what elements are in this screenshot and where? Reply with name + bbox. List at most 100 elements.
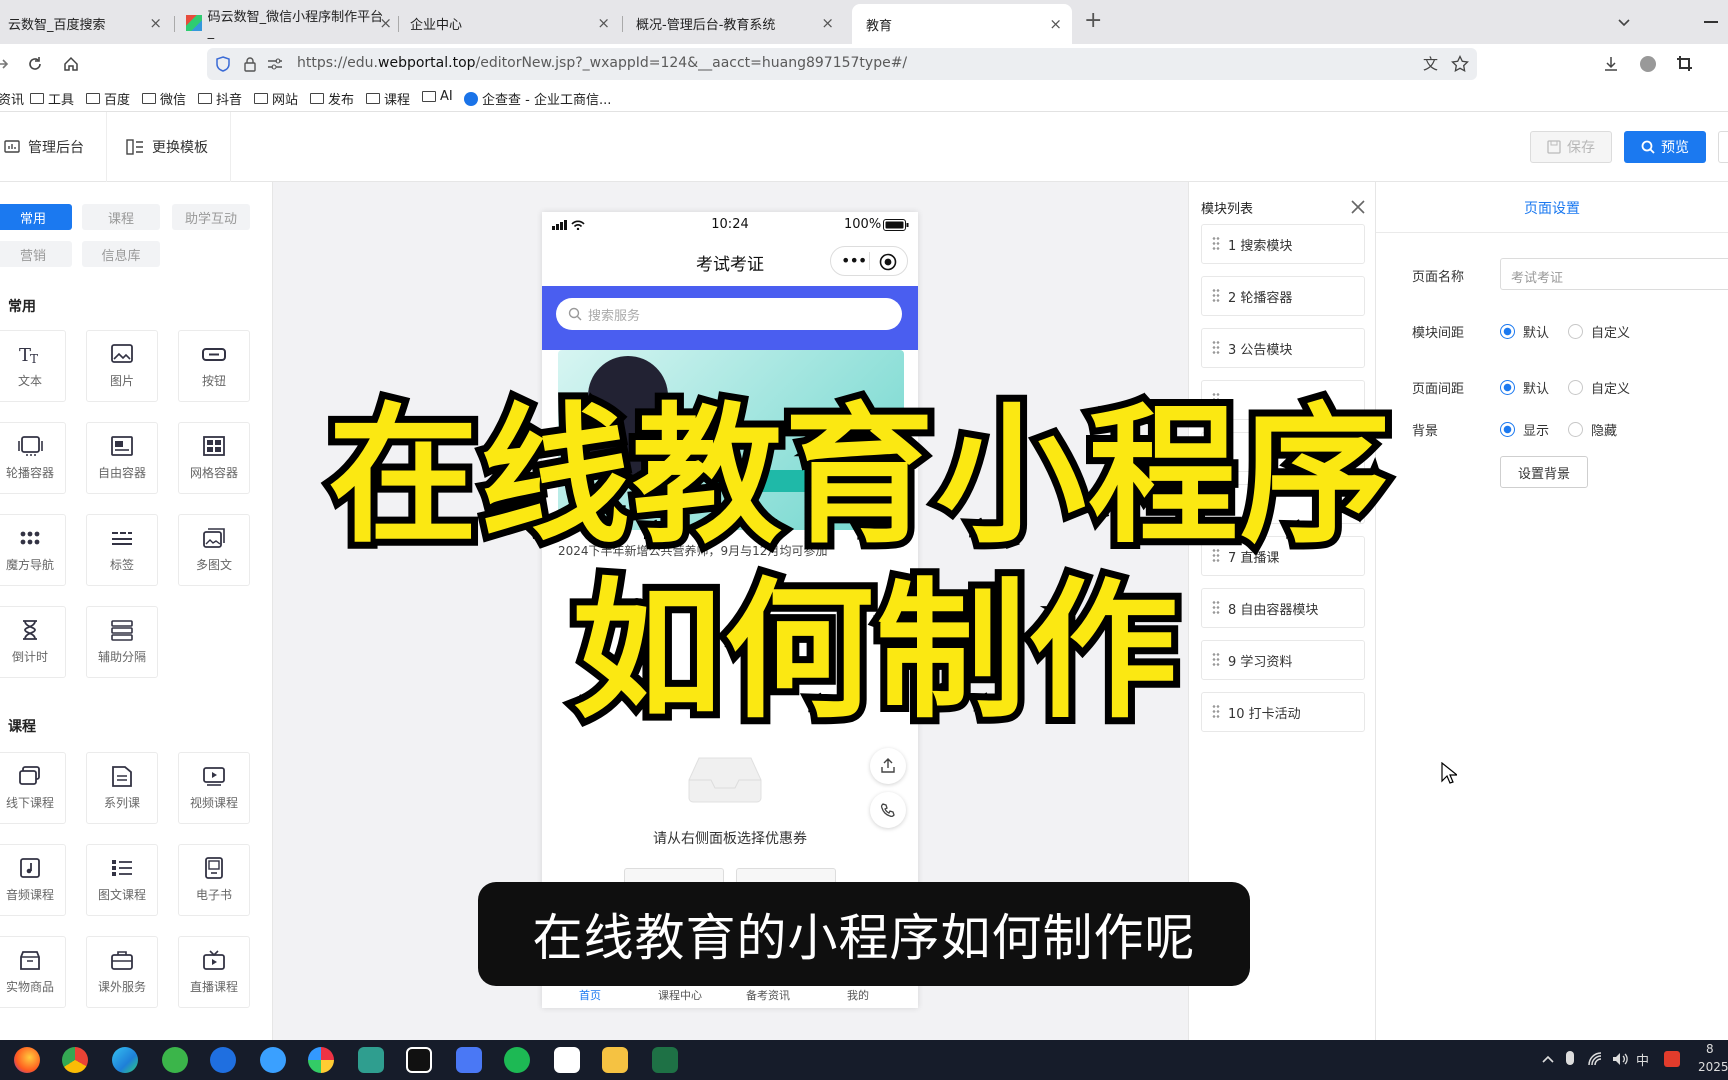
- component-physical-goods[interactable]: 实物商品: [0, 936, 66, 1008]
- component-audio-course[interactable]: 音频课程: [0, 844, 66, 916]
- bookmark-folder[interactable]: 发布: [310, 89, 354, 108]
- module-list-title: 模块列表: [1201, 202, 1254, 217]
- nav-exam-news[interactable]: 备考资讯: [728, 987, 808, 1003]
- site-settings-icon[interactable]: [267, 57, 283, 71]
- translate-icon[interactable]: 文: [1423, 53, 1438, 74]
- bookmark-folder[interactable]: 工具: [30, 89, 74, 108]
- chevron-down-icon[interactable]: [1616, 14, 1632, 30]
- clock-date[interactable]: 2025: [1698, 1060, 1728, 1074]
- close-icon[interactable]: ×: [597, 14, 610, 32]
- chrome-icon[interactable]: [62, 1047, 88, 1073]
- close-icon[interactable]: ×: [1049, 15, 1062, 33]
- component-article-course[interactable]: 图文课程: [86, 844, 158, 916]
- qq-icon[interactable]: [406, 1047, 432, 1073]
- feishu-icon[interactable]: [456, 1047, 482, 1073]
- wechat-icon[interactable]: [504, 1047, 530, 1073]
- music-icon: [20, 858, 40, 878]
- qq-browser-icon[interactable]: [260, 1047, 286, 1073]
- component-live-course[interactable]: 直播课程: [178, 936, 250, 1008]
- lock-icon[interactable]: [243, 56, 257, 72]
- url-input[interactable]: https://edu.webportal.top/editorNew.jsp?…: [207, 48, 1477, 80]
- nav-mine[interactable]: 我的: [818, 987, 898, 1003]
- category-course[interactable]: 课程: [82, 204, 160, 230]
- capcut-icon[interactable]: [554, 1047, 580, 1073]
- change-template-button[interactable]: 更换模板: [126, 137, 208, 157]
- video-icon: [203, 767, 225, 786]
- profile-avatar[interactable]: [1640, 56, 1656, 72]
- category-infobase[interactable]: 信息库: [82, 241, 160, 267]
- component-video-course[interactable]: 视频课程: [178, 752, 250, 824]
- bookmark-folder[interactable]: AI: [422, 89, 453, 104]
- volume-icon[interactable]: [1612, 1052, 1630, 1066]
- colorful-app-icon[interactable]: [308, 1047, 334, 1073]
- bookmark-folder[interactable]: 课程: [366, 89, 410, 108]
- crop-icon[interactable]: [1676, 55, 1694, 73]
- overlay-title-line-2: 如何制作: [565, 558, 1185, 746]
- module-spacing-label: 模块间距: [1412, 326, 1465, 341]
- tab-page-settings[interactable]: 页面设置: [1376, 198, 1728, 218]
- module-item[interactable]: 2 轮播容器: [1201, 276, 1365, 316]
- shield-icon[interactable]: [215, 56, 231, 72]
- browser-tab-5-active[interactable]: 教育 ×: [852, 4, 1072, 44]
- nav-course-center[interactable]: 课程中心: [640, 987, 720, 1003]
- bookmark-item[interactable]: 资讯: [0, 89, 24, 108]
- bookmark-folder[interactable]: 网站: [254, 89, 298, 108]
- microphone-icon[interactable]: [1566, 1051, 1574, 1065]
- browser-tab-4[interactable]: 概况-管理后台-教育系统 ×: [626, 6, 844, 40]
- spacing-custom-radio[interactable]: 自定义: [1568, 322, 1630, 341]
- shop-icon: [20, 951, 40, 970]
- firefox-icon[interactable]: [14, 1047, 40, 1073]
- edge-icon[interactable]: [112, 1047, 138, 1073]
- download-icon[interactable]: [1602, 55, 1620, 73]
- bookmark-item[interactable]: 企查查 - 企业工商信...: [464, 89, 611, 108]
- page-name-input[interactable]: 考试考证: [1500, 258, 1728, 290]
- bookmark-star-icon[interactable]: [1451, 55, 1469, 73]
- bookmark-folder[interactable]: 百度: [86, 89, 130, 108]
- excel-icon[interactable]: [652, 1047, 678, 1073]
- save-button[interactable]: 保存: [1530, 131, 1612, 163]
- new-tab-button[interactable]: +: [1084, 8, 1102, 33]
- clock-time[interactable]: 8: [1706, 1042, 1714, 1056]
- admin-backend-button[interactable]: 管理后台: [4, 137, 84, 157]
- browser-tab-3[interactable]: 企业中心 ×: [400, 6, 620, 40]
- close-icon[interactable]: ×: [379, 14, 392, 32]
- tray-chevron-up-icon[interactable]: [1542, 1054, 1554, 1064]
- spacing-default-radio[interactable]: 默认: [1500, 322, 1549, 341]
- close-icon[interactable]: [1351, 200, 1365, 214]
- sogou-ime-icon[interactable]: [1664, 1051, 1680, 1067]
- category-interaction[interactable]: 助学互动: [172, 204, 250, 230]
- 360-browser-icon[interactable]: [162, 1047, 188, 1073]
- forward-arrow-icon[interactable]: [0, 56, 10, 72]
- phone-call-float-button[interactable]: [870, 792, 906, 828]
- component-ebook[interactable]: 电子书: [178, 844, 250, 916]
- close-icon[interactable]: ×: [821, 14, 834, 32]
- category-common[interactable]: 常用: [0, 204, 72, 230]
- more-dots-icon[interactable]: •••: [841, 251, 867, 270]
- share-float-button[interactable]: [870, 748, 906, 784]
- module-item[interactable]: 1 搜索模块: [1201, 224, 1365, 264]
- bookmark-folder[interactable]: 微信: [142, 89, 186, 108]
- component-extra-service[interactable]: 课外服务: [86, 936, 158, 1008]
- reload-icon[interactable]: [26, 55, 44, 73]
- close-icon[interactable]: ×: [149, 14, 162, 32]
- sogou-browser-icon[interactable]: [210, 1047, 236, 1073]
- mini-program-capsule[interactable]: •••: [830, 246, 908, 276]
- minimize-icon[interactable]: [1704, 21, 1718, 23]
- browser-tab-1[interactable]: 云数智_百度搜索 ×: [0, 6, 172, 40]
- browser-tab-2[interactable]: 码云数智_微信小程序制作平台_ ×: [178, 6, 394, 40]
- bookmark-folder[interactable]: 抖音: [198, 89, 242, 108]
- component-series-course[interactable]: 系列课: [86, 752, 158, 824]
- home-icon[interactable]: [62, 55, 80, 73]
- target-close-icon[interactable]: [879, 253, 897, 271]
- preview-button[interactable]: 预览: [1624, 131, 1706, 163]
- gear-app-icon[interactable]: [358, 1047, 384, 1073]
- phone-search-input[interactable]: 搜索服务: [556, 298, 902, 330]
- url-text: https://edu.webportal.top/editorNew.jsp?…: [297, 55, 908, 71]
- nav-home[interactable]: 首页: [550, 987, 630, 1003]
- ime-indicator[interactable]: 中: [1636, 1050, 1649, 1069]
- category-marketing[interactable]: 营销: [0, 241, 72, 267]
- more-header-button[interactable]: [1718, 131, 1728, 163]
- folder-icon[interactable]: [602, 1047, 628, 1073]
- component-offline-course[interactable]: 线下课程: [0, 752, 66, 824]
- network-icon[interactable]: [1588, 1052, 1604, 1066]
